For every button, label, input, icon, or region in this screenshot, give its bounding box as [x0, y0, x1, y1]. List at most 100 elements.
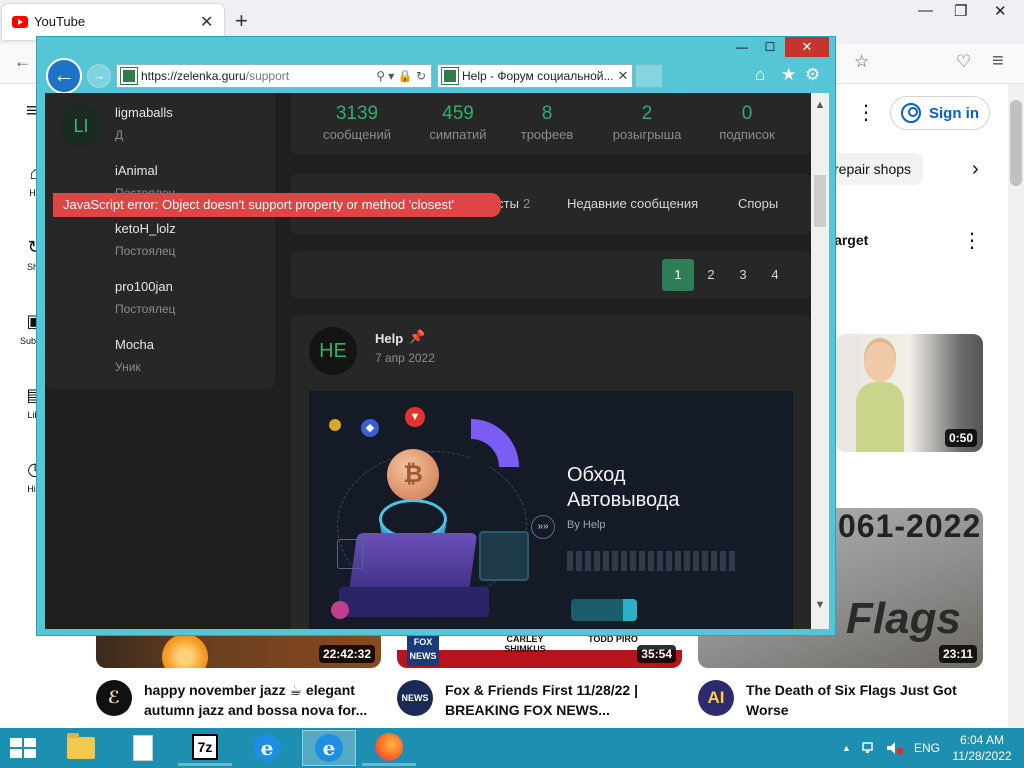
stat-item[interactable]: 3139 сообщений	[307, 103, 407, 142]
banner-title-line1: Обход	[567, 464, 626, 486]
tab-favicon-icon	[441, 67, 459, 85]
home-icon[interactable]: ⌂	[755, 65, 765, 85]
url-host: https://zelenka.guru	[141, 69, 246, 83]
post-author[interactable]: Help	[375, 331, 403, 346]
sign-in-button[interactable]: Sign in	[890, 96, 990, 130]
page-scrollbar-thumb[interactable]	[1010, 100, 1022, 186]
ie-minimize-button[interactable]: —	[729, 37, 755, 57]
channel-avatar[interactable]: AI	[698, 680, 734, 716]
member-item[interactable]: pro100jan Постоялец	[115, 279, 175, 316]
thumbnail-flags-text: Flags	[846, 594, 961, 643]
pinned-post: HE Help 📌 7 апр 2022 ◆ ▼ ₿ »» Обход Авто…	[291, 315, 811, 629]
banner-byline: By Help	[567, 519, 606, 531]
member-role: Постоялец	[115, 244, 176, 258]
internet-explorer-icon: e	[315, 734, 343, 762]
start-button[interactable]	[10, 738, 38, 760]
video-title[interactable]: The Death of Six Flags Just Got Worse	[746, 680, 986, 720]
url-path: /support	[245, 69, 290, 83]
stat-label: подписок	[719, 127, 775, 142]
minimize-button[interactable]: —	[918, 2, 933, 19]
member-name[interactable]: pro100jan	[115, 279, 175, 294]
ie-back-button[interactable]: ←	[46, 58, 82, 94]
member-item[interactable]: Mocha Уник	[115, 337, 154, 374]
stat-item[interactable]: 8 трофеев	[497, 103, 597, 142]
channel-avatar[interactable]: ℰ	[96, 680, 132, 716]
new-tab-button[interactable]: +	[235, 8, 248, 34]
member-name[interactable]: iAnimal	[115, 163, 175, 178]
member-name[interactable]: ligmaballs	[115, 105, 173, 120]
firefox-tab-youtube[interactable]: YouTube ✕	[2, 4, 224, 40]
video-duration: 0:50	[944, 429, 977, 447]
site-favicon-icon	[120, 67, 138, 85]
minimize-icon: —	[736, 40, 748, 54]
ie-forward-button[interactable]: →	[87, 64, 111, 88]
machine-base-shape	[339, 587, 489, 617]
pocket-icon[interactable]: ♡	[956, 52, 971, 72]
tools-gear-icon[interactable]: ⚙	[805, 65, 820, 85]
channel-avatar[interactable]: NEWS	[397, 680, 433, 716]
search-lock-refresh-icons[interactable]: ⚲ ▾ 🔒 ↻	[376, 69, 426, 83]
start-pane-icon	[24, 738, 36, 747]
scroll-up-arrow-icon[interactable]: ▲	[811, 99, 829, 111]
tab-4[interactable]: Споры	[738, 173, 778, 235]
page-button-4[interactable]: 4	[759, 259, 791, 291]
video-thumbnail-person[interactable]: 0:50	[836, 334, 983, 452]
page-button-1[interactable]: 1	[662, 259, 694, 291]
ie-maximize-button[interactable]: ☐	[757, 37, 783, 57]
language-indicator[interactable]: ENG	[914, 728, 940, 768]
bookmark-star-icon[interactable]: ☆	[854, 52, 869, 72]
address-url[interactable]: https://zelenka.guru/support	[141, 69, 376, 83]
tab-3[interactable]: Недавние сообщения	[567, 173, 698, 235]
stat-item[interactable]: 0 подписок	[697, 103, 797, 142]
member-item[interactable]: ketoH_lolz Постоялец	[115, 221, 176, 258]
tab-close-icon[interactable]: ✕	[200, 12, 213, 32]
stat-label: розыгрыша	[612, 127, 682, 142]
pagination: 1234	[291, 251, 811, 299]
ie-tab-help[interactable]: Help - Форум социальной... ✕	[437, 64, 633, 88]
avatar[interactable]: LI	[60, 105, 102, 147]
video-title[interactable]: happy november jazz ☕ elegant autumn jaz…	[144, 680, 384, 720]
quarter-arc-shape	[471, 419, 519, 467]
chip-label: repair shops	[834, 161, 912, 177]
file-icon	[133, 735, 153, 761]
folder-icon	[67, 733, 95, 759]
address-bar[interactable]: https://zelenka.guru/support ⚲ ▾ 🔒 ↻	[116, 64, 432, 88]
taskbar-ie-pinned[interactable]: e	[240, 730, 294, 766]
close-window-button[interactable]: ✕	[994, 2, 1007, 20]
taskbar-file-explorer[interactable]	[54, 730, 108, 766]
ie-scrollbar-thumb[interactable]	[814, 175, 826, 227]
ie-scrollbar[interactable]: ▲ ▼	[811, 93, 829, 629]
tray-overflow-icon[interactable]: ▲	[842, 728, 851, 768]
ie-tab-close-icon[interactable]: ✕	[614, 68, 632, 84]
stat-item[interactable]: 2 розыгрыша	[597, 103, 697, 142]
member-item[interactable]: ligmaballs Д	[115, 105, 173, 142]
back-arrow-icon[interactable]: ←	[14, 52, 31, 72]
ie-close-button[interactable]: ✕	[785, 37, 829, 57]
page-button-2[interactable]: 2	[695, 259, 727, 291]
maximize-button[interactable]: ❐	[954, 2, 967, 20]
chevron-right-icon[interactable]: ›	[972, 158, 979, 181]
taskbar-firefox[interactable]	[362, 730, 416, 766]
stat-item[interactable]: 459 симпатий	[408, 103, 508, 142]
taskbar-notepad[interactable]	[116, 730, 170, 766]
video-duration: 35:54	[637, 645, 676, 663]
taskbar-7zip[interactable]: 7z	[178, 730, 232, 766]
ie-new-tab-button[interactable]	[635, 64, 663, 88]
forward-arrow-icon: →	[92, 68, 106, 83]
app-menu-icon[interactable]: ≡	[992, 50, 1004, 73]
network-icon[interactable]	[862, 728, 878, 768]
windows-taskbar: 7z e e ▲ ENG 6:04 AM 11/28/2022	[0, 728, 1024, 768]
volume-muted-icon[interactable]	[886, 728, 904, 768]
scroll-down-arrow-icon[interactable]: ▼	[811, 599, 829, 611]
settings-kebab-icon[interactable]: ⋮	[856, 100, 876, 125]
video-title[interactable]: Fox & Friends First 11/28/22 | BREAKING …	[445, 680, 685, 720]
video-menu-kebab-icon[interactable]: ⋮	[962, 228, 982, 253]
taskbar-clock[interactable]: 6:04 AM 11/28/2022	[948, 732, 1016, 764]
page-button-3[interactable]: 3	[727, 259, 759, 291]
favorites-star-icon[interactable]: ★	[781, 65, 796, 85]
taskbar-ie-active[interactable]: e	[302, 730, 356, 766]
start-pane-icon	[10, 749, 22, 758]
avatar[interactable]: HE	[309, 327, 357, 375]
member-name[interactable]: ketoH_lolz	[115, 221, 176, 236]
member-name[interactable]: Mocha	[115, 337, 154, 352]
